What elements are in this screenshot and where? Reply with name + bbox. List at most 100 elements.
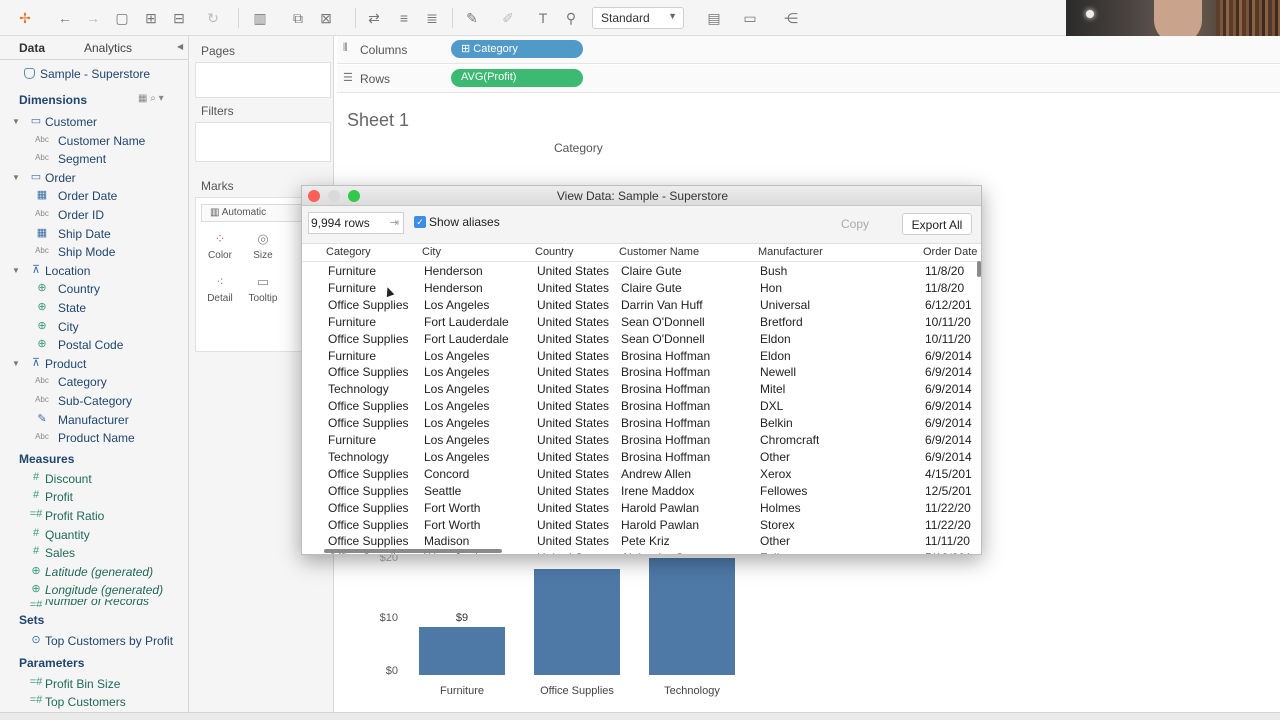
field-order-id[interactable]: Abc Order ID: [0, 207, 189, 225]
vertical-scrollbar[interactable]: [977, 261, 981, 277]
table-row[interactable]: Office Supplies Los Angeles United States D…: [302, 296, 981, 313]
column-header-customer-name[interactable]: Customer Name: [619, 246, 699, 258]
field-manufacturer[interactable]: ✎ Manufacturer: [0, 412, 189, 430]
field-segment[interactable]: Abc Segment: [0, 151, 189, 169]
new-sheet-icon[interactable]: ▥: [251, 9, 269, 27]
column-header-country[interactable]: Country: [535, 246, 574, 258]
table-row[interactable]: Office Supplies Fort Lauderdale United Sta…: [302, 330, 981, 347]
show-aliases-checkbox[interactable]: ✓: [414, 216, 426, 228]
arrow-right-icon[interactable]: ⇥: [390, 216, 399, 229]
field-order[interactable]: ▼ ▭ Order: [0, 170, 189, 188]
pin-icon[interactable]: ⚲: [562, 9, 580, 27]
table-row[interactable]: Technology Los Angeles United States Brosin…: [302, 448, 981, 465]
detail-button[interactable]: ⁖ Detail: [200, 273, 240, 313]
column-header-category[interactable]: Category: [326, 246, 371, 258]
table-row[interactable]: Technology Los Angeles United States Brosin…: [302, 380, 981, 397]
field-discount[interactable]: # Discount: [0, 471, 189, 489]
avg-profit-pill[interactable]: AVG(Profit): [451, 69, 583, 87]
highlight-icon[interactable]: ✎: [463, 9, 481, 27]
refresh-icon[interactable]: ↻: [204, 9, 222, 27]
tooltip-button[interactable]: ▭ Tooltip: [243, 273, 283, 313]
field-ship-mode[interactable]: Abc Ship Mode: [0, 244, 189, 262]
copy-button[interactable]: Copy: [827, 214, 883, 234]
tab-data[interactable]: Data: [19, 41, 45, 55]
swap-icon[interactable]: ⇄: [365, 9, 383, 27]
field-quantity[interactable]: # Quantity: [0, 527, 189, 545]
field-city[interactable]: ⊕ City: [0, 319, 189, 337]
expand-triangle-icon[interactable]: ▼: [12, 117, 20, 126]
field-sales[interactable]: # Sales: [0, 545, 189, 563]
field-location[interactable]: ▼ ⊼ Location: [0, 263, 189, 281]
tab-analytics[interactable]: Analytics: [84, 41, 132, 55]
column-header-manufacturer[interactable]: Manufacturer: [758, 246, 823, 258]
table-row[interactable]: Office Supplies Madison United States Pete …: [302, 532, 981, 549]
columns-shelf[interactable]: ⫴ Columns ⊞ Category: [337, 36, 1280, 64]
group-icon[interactable]: ✐: [499, 9, 517, 27]
field-customer[interactable]: ▼ ▭ Customer: [0, 114, 189, 132]
column-header-city[interactable]: City: [422, 246, 441, 258]
show-aliases-label[interactable]: Show aliases: [429, 215, 500, 229]
table-row[interactable]: Furniture Los Angeles United States Brosina…: [302, 347, 981, 364]
field-profit-ratio[interactable]: =# Profit Ratio: [0, 508, 189, 526]
horizontal-scrollbar[interactable]: [324, 549, 502, 553]
table-row[interactable]: Furniture Los Angeles United States Brosina…: [302, 431, 981, 448]
pages-shelf[interactable]: [195, 62, 331, 98]
table-row[interactable]: Office Supplies Concord United States Andre…: [302, 465, 981, 482]
sort-desc-icon[interactable]: ≣: [423, 9, 441, 27]
table-row[interactable]: Furniture Henderson United States Claire Gu…: [302, 279, 981, 296]
new-datasource-icon[interactable]: ⊞: [142, 9, 160, 27]
field-customer-name[interactable]: Abc Customer Name: [0, 133, 189, 151]
field-product-name[interactable]: Abc Product Name: [0, 430, 189, 448]
field-state[interactable]: ⊕ State: [0, 300, 189, 318]
table-row[interactable]: Office Supplies Los Angeles United States B…: [302, 397, 981, 414]
table-row[interactable]: Office Supplies Fort Worth United States Ha…: [302, 499, 981, 516]
bar-technology[interactable]: [649, 558, 735, 675]
field-product[interactable]: ▼ ⊼ Product: [0, 356, 189, 374]
field-longitude-generated-[interactable]: ⊕ Longitude (generated): [0, 582, 189, 600]
column-header-order-date[interactable]: Order Date: [923, 246, 977, 258]
field-profit-bin-size[interactable]: =# Profit Bin Size: [0, 676, 189, 694]
field-country[interactable]: ⊕ Country: [0, 281, 189, 299]
save-icon[interactable]: ▢: [113, 9, 131, 27]
expand-triangle-icon[interactable]: ▼: [12, 359, 20, 368]
sheet-title[interactable]: Sheet 1: [347, 110, 409, 131]
field-category[interactable]: Abc Category: [0, 374, 189, 392]
filters-shelf[interactable]: [195, 122, 331, 162]
fit-select[interactable]: Standard ▼: [592, 7, 684, 29]
expand-triangle-icon[interactable]: ▼: [12, 266, 20, 275]
show-cards-icon[interactable]: ▤: [705, 9, 723, 27]
back-icon[interactable]: ←: [56, 9, 74, 27]
datasource[interactable]: Sample - Superstore: [24, 67, 150, 81]
field-top-customers[interactable]: =# Top Customers: [0, 694, 189, 712]
pause-icon[interactable]: ⊟: [170, 9, 188, 27]
forward-icon[interactable]: →: [84, 9, 102, 27]
field-profit[interactable]: # Profit: [0, 489, 189, 507]
table-row[interactable]: Office Supplies Fort Worth United States Ha…: [302, 516, 981, 533]
table-row[interactable]: Furniture Henderson United States Claire Gu…: [302, 262, 981, 279]
field-sub-category[interactable]: Abc Sub-Category: [0, 393, 189, 411]
bar-office-supplies[interactable]: [534, 569, 620, 675]
label-icon[interactable]: T: [534, 9, 552, 27]
rows-count-input[interactable]: 9,994 rows ⇥: [308, 212, 404, 234]
sort-asc-icon[interactable]: ≡: [395, 9, 413, 27]
field-ship-date[interactable]: ▦ Ship Date: [0, 226, 189, 244]
field-number-of-records[interactable]: =# Number of Records: [0, 599, 189, 607]
view-options-icon[interactable]: ▦ ⌕ ▾: [138, 93, 164, 104]
bar-furniture[interactable]: [419, 627, 505, 675]
field-latitude-generated-[interactable]: ⊕ Latitude (generated): [0, 564, 189, 582]
tableau-logo-icon[interactable]: ✢: [16, 9, 34, 27]
table-row[interactable]: Office Supplies Los Angeles United States B…: [302, 363, 981, 380]
field-top-customers-by-profit[interactable]: ⊙ Top Customers by Profit: [0, 633, 189, 651]
rows-shelf[interactable]: ☰ Rows AVG(Profit): [337, 65, 1280, 93]
expand-triangle-icon[interactable]: ▼: [12, 173, 20, 182]
color-button[interactable]: ⁘ Color: [200, 230, 240, 270]
clear-icon[interactable]: ⊠: [317, 9, 335, 27]
share-icon[interactable]: ⋲: [782, 9, 800, 27]
export-all-button[interactable]: Export All: [902, 213, 972, 235]
presentation-icon[interactable]: ▭: [741, 9, 759, 27]
table-row[interactable]: Office Supplies Los Angeles United States B…: [302, 414, 981, 431]
category-pill[interactable]: ⊞ Category: [451, 40, 583, 58]
collapse-icon[interactable]: ◀: [177, 42, 183, 51]
table-row[interactable]: Office Supplies Seattle United States Irene…: [302, 482, 981, 499]
size-button[interactable]: ◎ Size: [243, 230, 283, 270]
